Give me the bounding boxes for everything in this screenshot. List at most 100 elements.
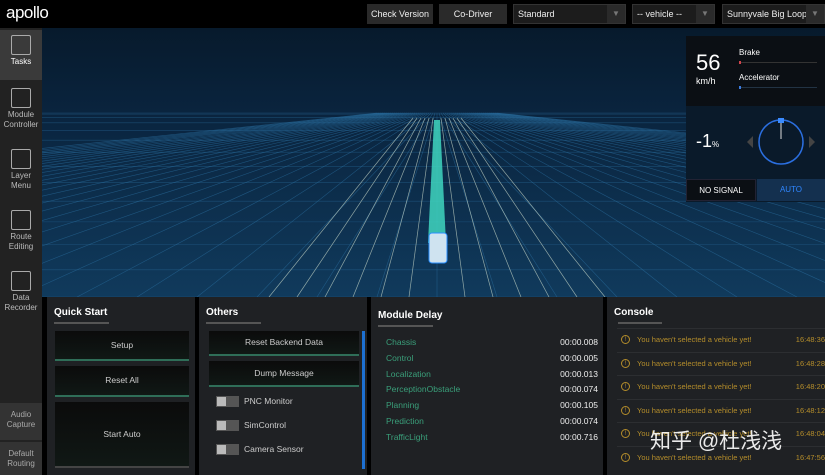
module-delay-value: 00:00.074 bbox=[560, 384, 598, 395]
console-row: ! You haven't selected a vehicle yet! 16:4… bbox=[617, 328, 825, 351]
divider bbox=[378, 325, 433, 327]
accelerator-label: Accelerator bbox=[739, 73, 780, 82]
console-time: 16:48:12 bbox=[795, 405, 825, 415]
module-delay-value: 00:00.074 bbox=[560, 416, 598, 426]
console-row: ! You haven't selected a vehicle yet! 16:4… bbox=[617, 422, 825, 445]
mode-select[interactable]: Standard ▼ bbox=[513, 4, 626, 24]
layer-menu-icon bbox=[11, 149, 31, 169]
toggle-label: PNC Monitor bbox=[244, 396, 293, 406]
module-delay-value: 00:00.716 bbox=[560, 431, 598, 442]
route-editing-icon bbox=[11, 210, 31, 230]
console-row: ! You haven't selected a vehicle yet! 16:4… bbox=[617, 375, 825, 398]
chevron-down-icon: ▼ bbox=[696, 5, 714, 23]
console-message: You haven't selected a vehicle yet! bbox=[637, 405, 752, 415]
toggle-label: Camera Sensor bbox=[244, 444, 304, 454]
delay-row: PerceptionObstacle 00:00.074 bbox=[386, 384, 598, 394]
check-version-button[interactable]: Check Version bbox=[367, 4, 433, 24]
drive-mode-status: AUTO bbox=[757, 179, 825, 201]
panel-title: Quick Start bbox=[54, 307, 108, 318]
warning-icon: ! bbox=[621, 429, 630, 439]
module-name: PerceptionObstacle bbox=[386, 384, 461, 395]
sidebar-item-module-controller[interactable]: Module Controller bbox=[0, 83, 42, 141]
console-message: You haven't selected a vehicle yet! bbox=[637, 453, 752, 462]
delay-row: Control 00:00.005 bbox=[386, 353, 598, 363]
module-name: Chassis bbox=[386, 337, 417, 347]
delay-row: Chassis 00:00.008 bbox=[386, 337, 598, 347]
audio-capture-button[interactable]: Audio Capture bbox=[0, 403, 42, 440]
module-name: Localization bbox=[386, 368, 431, 379]
vehicle-value: -- vehicle -- bbox=[637, 9, 683, 19]
warning-icon: ! bbox=[621, 405, 630, 415]
accelerator-bar bbox=[739, 86, 817, 89]
sidebar-item-data-recorder[interactable]: Data Recorder bbox=[0, 266, 42, 324]
console-time: 16:48:04 bbox=[795, 429, 825, 439]
vehicle-status-hud: 56 km/h Brake Accelerator -1% NO SIGNAL … bbox=[686, 36, 825, 202]
console-message: You haven't selected a vehicle yet! bbox=[637, 382, 752, 392]
map-select[interactable]: Sunnyvale Big Loop ▼ bbox=[722, 4, 825, 24]
console-panel: Console ! You haven't selected a vehicle … bbox=[607, 297, 825, 475]
console-time: 16:48:28 bbox=[795, 358, 825, 368]
console-time: 16:48:20 bbox=[795, 382, 825, 392]
module-delay-value: 00:00.005 bbox=[560, 352, 598, 363]
quick-start-panel: Quick Start Setup Reset All Start Auto bbox=[47, 297, 195, 475]
divider bbox=[206, 322, 261, 324]
sidebar: Tasks Module Controller Layer Menu Route… bbox=[0, 28, 42, 475]
module-name: TrafficLight bbox=[386, 431, 428, 442]
sidebar-item-label: Route Editing bbox=[8, 232, 34, 251]
module-delay-value: 00:00.008 bbox=[560, 337, 598, 347]
warning-icon: ! bbox=[621, 382, 630, 392]
module-delay-panel: Module Delay Chassis 00:00.008 Control 00:0… bbox=[371, 297, 603, 475]
sidebar-item-label: Data Recorder bbox=[4, 293, 38, 312]
vehicle-select[interactable]: -- vehicle -- ▼ bbox=[632, 4, 715, 24]
speed-value: 56 bbox=[696, 50, 721, 75]
module-name: Prediction bbox=[386, 416, 424, 426]
start-auto-button[interactable]: Start Auto bbox=[55, 402, 189, 468]
module-delay-value: 00:00.105 bbox=[560, 400, 598, 411]
console-row: ! You haven't selected a vehicle yet! 16:4… bbox=[617, 446, 825, 469]
scrollbar[interactable] bbox=[362, 331, 365, 469]
warning-icon: ! bbox=[621, 358, 630, 368]
delay-row: Planning 00:00.105 bbox=[386, 400, 598, 410]
speed-panel: 56 km/h Brake Accelerator bbox=[686, 36, 825, 106]
delay-row: TrafficLight 00:00.716 bbox=[386, 432, 598, 442]
module-delay-value: 00:00.013 bbox=[560, 368, 598, 379]
sidebar-item-label: Tasks bbox=[10, 57, 32, 66]
console-message: You haven't selected a vehicle yet! bbox=[637, 358, 752, 368]
console-message: You haven't selected a vehicle yet! bbox=[637, 335, 752, 344]
brake-fill bbox=[739, 61, 742, 64]
simcontrol-toggle[interactable] bbox=[216, 420, 239, 431]
sidebar-item-layer-menu[interactable]: Layer Menu bbox=[0, 144, 42, 202]
delay-row: Localization 00:00.013 bbox=[386, 369, 598, 379]
console-time: 16:47:56 bbox=[795, 453, 825, 462]
signal-status: NO SIGNAL bbox=[686, 179, 756, 201]
delay-row: Prediction 00:00.074 bbox=[386, 416, 598, 426]
toggle-label: SimControl bbox=[244, 420, 287, 430]
console-time: 16:48:36 bbox=[795, 335, 825, 344]
tasks-icon bbox=[11, 35, 31, 55]
brake-label: Brake bbox=[739, 48, 760, 57]
default-routing-button[interactable]: Default Routing bbox=[0, 441, 42, 475]
panel-title: Module Delay bbox=[378, 310, 443, 321]
top-bar: apollo Check Version Co-Driver Standard ▼… bbox=[0, 0, 825, 28]
co-driver-button[interactable]: Co-Driver bbox=[439, 4, 507, 24]
sidebar-item-route-editing[interactable]: Route Editing bbox=[0, 205, 42, 263]
reset-all-button[interactable]: Reset All bbox=[55, 366, 189, 397]
setup-button[interactable]: Setup bbox=[55, 331, 189, 361]
brake-bar bbox=[739, 61, 817, 64]
sidebar-item-tasks[interactable]: Tasks bbox=[0, 30, 42, 80]
warning-icon: ! bbox=[621, 335, 630, 344]
module-name: Control bbox=[386, 352, 414, 363]
steering-wheel-gauge bbox=[747, 118, 815, 165]
panel-title: Console bbox=[614, 307, 654, 318]
reset-backend-data-button[interactable]: Reset Backend Data bbox=[209, 331, 359, 356]
camera-sensor-toggle[interactable] bbox=[216, 444, 239, 455]
others-panel: Others Reset Backend Data Dump Message P… bbox=[199, 297, 367, 475]
console-message: You haven't selected a vehicle yet! bbox=[637, 429, 752, 439]
module-name: Planning bbox=[386, 400, 420, 411]
pnc-monitor-toggle[interactable] bbox=[216, 396, 239, 407]
map-value: Sunnyvale Big Loop bbox=[727, 9, 808, 19]
sidebar-item-label: Layer Menu bbox=[10, 171, 31, 190]
dump-message-button[interactable]: Dump Message bbox=[209, 361, 359, 387]
chevron-down-icon: ▼ bbox=[607, 5, 625, 23]
accelerator-fill bbox=[739, 86, 742, 89]
